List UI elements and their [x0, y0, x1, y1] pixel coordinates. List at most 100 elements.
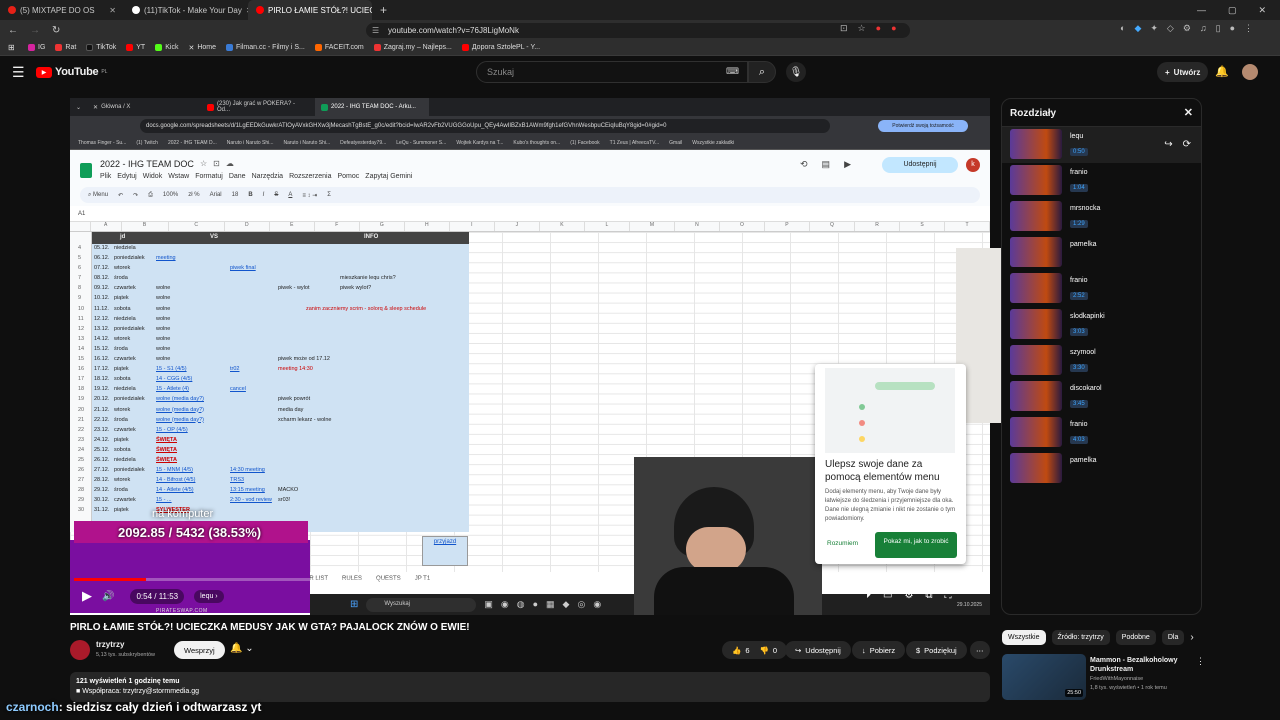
browser-tab[interactable]: (5) MIXTAPE DO OS ✕	[0, 0, 124, 20]
chapter-chip-label: lequ	[200, 592, 214, 600]
chapter-item[interactable]: pamelka	[1002, 451, 1201, 487]
redo-icon: ↷	[133, 192, 139, 199]
chapter-item[interactable]: franio 1:04	[1002, 163, 1201, 199]
extension-icon[interactable]: ◐	[1120, 23, 1125, 34]
chip-for-you[interactable]: Dla	[1161, 630, 1185, 645]
bookmark[interactable]: Rat	[55, 44, 76, 51]
channel-avatar[interactable]	[70, 640, 90, 660]
chevron-right-icon[interactable]: ›	[1190, 630, 1193, 645]
thanks-icon: $	[916, 645, 921, 655]
close-icon[interactable]: ✕	[1184, 106, 1193, 119]
chapter-item[interactable]: slodkapinki 3:03	[1002, 307, 1201, 343]
keyboard-icon[interactable]: ⌨	[726, 66, 739, 77]
close-icon[interactable]: ✕	[109, 6, 116, 15]
browser-tab-active[interactable]: PIRLO ŁAMIE STÓŁ?! UCIECZK✕	[248, 0, 372, 20]
table-row: 18 19.12. niedziela 15 - Atlete (4) cancel	[70, 385, 470, 395]
cell-n: 27	[78, 477, 85, 484]
loop-icon[interactable]: ⟳	[1183, 139, 1191, 163]
download-button[interactable]: ↓ Pobierz	[852, 641, 906, 659]
youtube-logo[interactable]: ▶ YouTube PL	[36, 66, 107, 78]
maximize-icon[interactable]: ▢	[1228, 5, 1237, 16]
extension-icon[interactable]: ●	[891, 23, 896, 34]
apps-icon[interactable]: ⊞	[8, 43, 15, 52]
support-button[interactable]: Wesprzyj	[174, 641, 225, 659]
reload-icon[interactable]: ↻	[52, 25, 60, 36]
bookmark[interactable]: TikTok	[86, 44, 116, 51]
bookmark[interactable]: Zagraj.my – Najleps...	[373, 44, 452, 51]
avatar[interactable]	[1242, 64, 1258, 80]
extension-icon[interactable]: ◆	[1134, 23, 1141, 34]
search-button[interactable]: ⌕	[748, 61, 776, 83]
bookmark[interactable]: ✕ Home	[188, 44, 216, 52]
create-label: Utwórz	[1173, 67, 1201, 77]
fullscreen-icon[interactable]: ⛶	[945, 590, 952, 601]
notifications-bell-icon[interactable]: 🔔	[1215, 65, 1229, 78]
seek-bar[interactable]	[74, 578, 974, 581]
search-input[interactable]: Szukaj ⌨	[476, 61, 748, 83]
miniplayer-icon[interactable]: ⧉	[925, 590, 932, 601]
cell-e: piwek powrót	[278, 396, 311, 403]
bookmark-star-icon[interactable]: ☆	[858, 23, 866, 34]
volume-icon[interactable]: 🔊	[102, 591, 114, 602]
create-button[interactable]: + Utwórz	[1157, 62, 1209, 82]
extension-icon[interactable]: ◇	[1167, 23, 1174, 34]
microphone-button[interactable]: 🎙	[786, 62, 806, 82]
cell-date: 21.12.	[94, 406, 110, 413]
bookmark[interactable]: Kick	[155, 44, 178, 51]
chip-related[interactable]: Podobne	[1115, 630, 1156, 645]
more-vert-icon[interactable]: ⋮	[1196, 656, 1205, 667]
play-icon[interactable]: ▶	[82, 588, 92, 604]
new-tab-button[interactable]: +	[372, 0, 392, 20]
extension-icon[interactable]: ✦	[1150, 23, 1158, 34]
description-box[interactable]: 121 wyświetleń 1 godzinę temu ■ Współpra…	[70, 672, 990, 702]
bookmark[interactable]: Дорога SztolePL - Y...	[461, 44, 540, 51]
settings-gear-icon[interactable]: ⚙	[904, 590, 913, 601]
url-field[interactable]: youtube.com/watch?v=76J8LigMoNk	[366, 23, 910, 38]
view-stats: 121 wyświetleń 1 godzinę temu	[76, 678, 180, 685]
recommended-video[interactable]: 25:50 Mammon - Bezalkoholowy Drunkstream…	[1002, 654, 1205, 704]
cell-date: 29.12.	[94, 487, 110, 494]
more-actions-button[interactable]: ⋯	[970, 641, 990, 659]
music-icon[interactable]: ♫	[1200, 23, 1207, 34]
chapter-item[interactable]: mrsnocka 1:29	[1002, 199, 1201, 235]
chapter-item[interactable]: franio 2:52	[1002, 271, 1201, 307]
bookmark[interactable]: YT	[126, 44, 145, 51]
install-icon[interactable]: ⊡	[840, 23, 848, 34]
share-icon[interactable]: ↪	[1164, 139, 1172, 163]
chapters-header: Rozdziały ✕	[1002, 99, 1201, 127]
notification-bell-dropdown[interactable]: 🔔 ⌄	[230, 643, 254, 654]
menu-dots-icon[interactable]: ⋮	[1244, 23, 1253, 34]
subtitles-icon[interactable]: ▭	[883, 590, 892, 601]
hamburger-menu-icon[interactable]: ☰	[12, 64, 25, 81]
autoplay-toggle-icon[interactable]: ⏵	[866, 590, 871, 601]
chip-all[interactable]: Wszystkie	[1002, 630, 1046, 645]
close-window-icon[interactable]: ✕	[1258, 5, 1266, 16]
share-button[interactable]: ↪ Udostępnij	[785, 641, 851, 659]
extension-icon[interactable]: ●	[876, 23, 881, 34]
bookmark[interactable]: IG	[28, 44, 45, 51]
chapter-name: franio	[1070, 169, 1088, 176]
sidebar-icon[interactable]: ▯	[1216, 23, 1221, 34]
extension-icon[interactable]: ⚙	[1183, 23, 1191, 34]
chapter-item[interactable]: franio 4:03	[1002, 415, 1201, 451]
minimize-icon[interactable]: —	[1197, 5, 1206, 16]
chapters-title: Rozdziały	[1010, 108, 1057, 119]
chapter-chip[interactable]: lequ ›	[194, 589, 224, 603]
channel-name[interactable]: trzytrzy	[96, 640, 124, 649]
chapter-item[interactable]: pamelka	[1002, 235, 1201, 271]
back-icon[interactable]: ←	[8, 25, 18, 36]
forward-icon[interactable]: →	[30, 25, 40, 36]
chapter-item[interactable]: discokarol 3:45	[1002, 379, 1201, 415]
thanks-button[interactable]: $ Podziękuj	[906, 641, 967, 659]
chapter-item[interactable]: lequ 0:50 ↪ ⟳	[1002, 127, 1201, 163]
site-info-icon[interactable]: ☰	[372, 26, 379, 35]
bookmark[interactable]: FACEIT.com	[314, 44, 364, 51]
browser-tab[interactable]: (11)TikTok - Make Your Day✕	[124, 0, 248, 20]
illustration-dot	[859, 404, 865, 410]
like-dislike-button[interactable]: 👍 6 👎 0	[722, 641, 788, 659]
bookmark[interactable]: Filman.cc - Filmy i S...	[226, 44, 305, 51]
chip-source[interactable]: Źródło: trzytrzy	[1051, 630, 1110, 645]
chapter-item[interactable]: szymool 3:30	[1002, 343, 1201, 379]
profile-icon[interactable]: ●	[1230, 23, 1235, 34]
dismiss-button: Rozumiem	[827, 540, 859, 547]
